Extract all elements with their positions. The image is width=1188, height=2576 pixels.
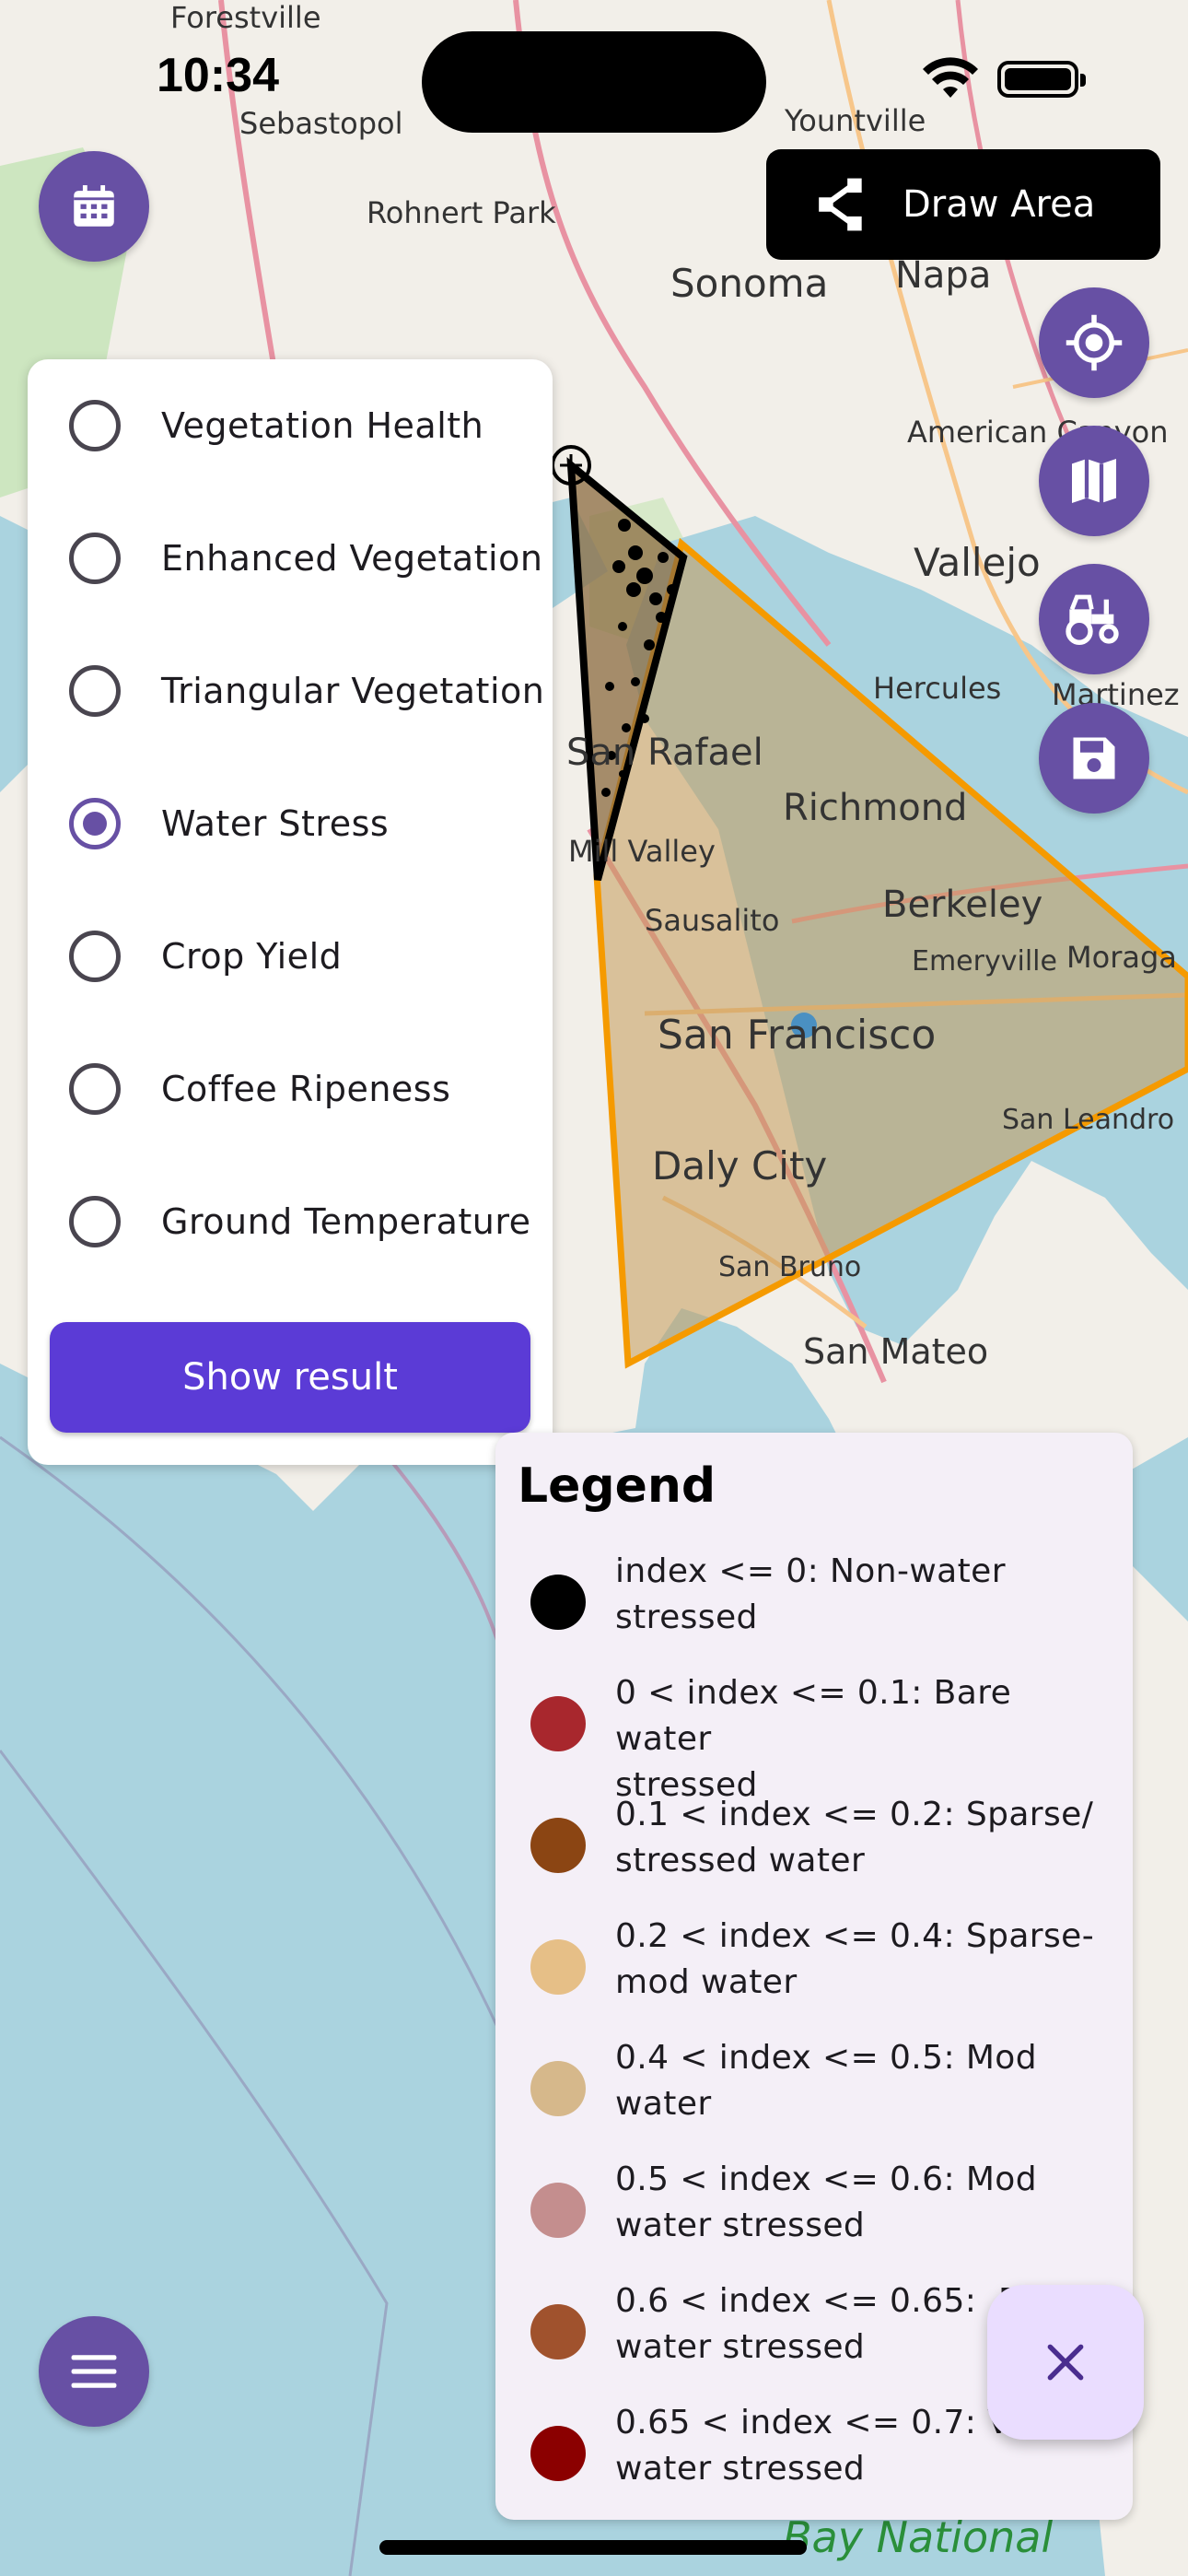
option-crop-yield[interactable]: Crop Yield	[28, 890, 553, 1023]
draw-area-label: Draw Area	[903, 183, 1096, 226]
calendar-button[interactable]	[39, 151, 149, 262]
menu-button[interactable]	[39, 2316, 149, 2427]
radio-button[interactable]	[69, 400, 121, 451]
option-label: Water Stress	[161, 803, 390, 844]
legend-swatch	[530, 2426, 586, 2481]
legend-text: 0.4 < index <= 0.5: Mod water	[615, 2039, 1037, 2123]
dynamic-island	[422, 31, 766, 133]
map-label: Vallejo	[914, 540, 1041, 585]
map-label: Sonoma	[670, 261, 828, 306]
legend-item: 0 < index <= 0.1: Bare water stressed	[495, 1657, 1133, 1804]
legend-text: 0.5 < index <= 0.6: Mod water stressed	[615, 2160, 1037, 2244]
map-label: Berkeley	[882, 884, 1042, 926]
close-legend-button[interactable]	[987, 2285, 1144, 2440]
wifi-icon	[923, 57, 978, 98]
map-layers-button[interactable]	[1039, 426, 1149, 536]
locate-icon	[1066, 314, 1123, 371]
legend-item: 0.1 < index <= 0.2: Sparse/ stressed wat…	[495, 1779, 1133, 1890]
polyline-icon	[819, 178, 862, 231]
option-label: Enhanced Vegetation	[161, 538, 543, 579]
menu-icon	[71, 2355, 117, 2388]
legend-swatch	[530, 2061, 586, 2116]
calendar-icon	[74, 185, 114, 227]
legend-swatch	[530, 1818, 586, 1873]
option-coffee-ripeness[interactable]: Coffee Ripeness	[28, 1023, 553, 1155]
map-label: San Rafael	[566, 732, 763, 774]
map-label: Mill Valley	[568, 834, 716, 869]
legend-text: 0.1 < index <= 0.2: Sparse/ stressed wat…	[615, 1796, 1094, 1879]
map-label: San Mateo	[803, 1331, 988, 1372]
tractor-icon	[1066, 594, 1119, 645]
map-icon	[1072, 459, 1116, 503]
map-label: Yountville	[784, 103, 926, 138]
draw-area-button[interactable]: Draw Area	[766, 149, 1160, 260]
map-label: Hercules	[873, 671, 1001, 706]
option-label: Crop Yield	[161, 936, 343, 977]
map-label: Sausalito	[645, 903, 779, 938]
legend-item: index <= 0: Non-water stressed	[495, 1536, 1133, 1646]
option-label: Triangular Vegetation	[161, 671, 545, 711]
map-label: Rohnert Park	[367, 195, 556, 230]
option-label: Ground Temperature	[161, 1201, 531, 1242]
farm-button[interactable]	[1039, 564, 1149, 674]
map-label: Daly City	[652, 1143, 827, 1188]
legend-swatch	[530, 2304, 586, 2359]
legend-item: 0.4 < index <= 0.5: Mod water	[495, 2022, 1133, 2133]
option-triangular-vegetation[interactable]: Triangular Vegetation	[28, 625, 553, 757]
legend-item: 0.2 < index <= 0.4: Sparse- mod water	[495, 1901, 1133, 2011]
option-water-stress[interactable]: Water Stress	[28, 757, 553, 890]
radio-button[interactable]	[69, 1196, 121, 1247]
map-label: San Leandro	[1002, 1104, 1174, 1136]
legend-swatch	[530, 1575, 586, 1630]
legend-title: Legend	[518, 1458, 716, 1514]
index-selection-panel: Vegetation Health Enhanced Vegetation Tr…	[28, 359, 553, 1465]
legend-swatch	[530, 1696, 586, 1751]
map-label: Sebastopol	[239, 106, 403, 141]
option-vegetation-health[interactable]: Vegetation Health	[28, 359, 553, 492]
legend-text: index <= 0: Non-water stressed	[615, 1552, 1006, 1636]
option-label: Coffee Ripeness	[161, 1069, 451, 1109]
radio-button[interactable]	[69, 1063, 121, 1115]
map-label: Moraga	[1066, 940, 1177, 975]
radio-button[interactable]	[69, 533, 121, 584]
option-ground-temperature[interactable]: Ground Temperature	[28, 1155, 553, 1288]
radio-button-selected[interactable]	[69, 798, 121, 849]
map-label: Napa	[895, 254, 991, 297]
legend-text: 0.2 < index <= 0.4: Sparse- mod water	[615, 1917, 1095, 2001]
option-enhanced-vegetation[interactable]: Enhanced Vegetation	[28, 492, 553, 625]
map-label: Emeryville	[912, 945, 1057, 978]
close-icon	[1047, 2344, 1084, 2381]
legend-swatch	[530, 1939, 586, 1995]
map-label: Bay National	[783, 2512, 1053, 2562]
radio-button[interactable]	[69, 665, 121, 717]
option-label: Vegetation Health	[161, 405, 484, 446]
save-icon	[1073, 737, 1115, 779]
map-label: San Bruno	[718, 1251, 861, 1283]
status-time: 10:34	[157, 49, 279, 102]
save-button[interactable]	[1039, 703, 1149, 814]
show-result-button[interactable]: Show result	[50, 1322, 530, 1433]
legend-swatch	[530, 2183, 586, 2238]
locate-button[interactable]	[1039, 287, 1149, 398]
radio-button[interactable]	[69, 931, 121, 982]
battery-icon	[997, 61, 1086, 98]
map-label: Richmond	[783, 787, 967, 829]
legend-item: 0.5 < index <= 0.6: Mod water stressed	[495, 2144, 1133, 2254]
home-indicator	[379, 2540, 807, 2555]
map-label: Forestville	[170, 0, 321, 35]
map-label: San Francisco	[658, 1012, 936, 1059]
